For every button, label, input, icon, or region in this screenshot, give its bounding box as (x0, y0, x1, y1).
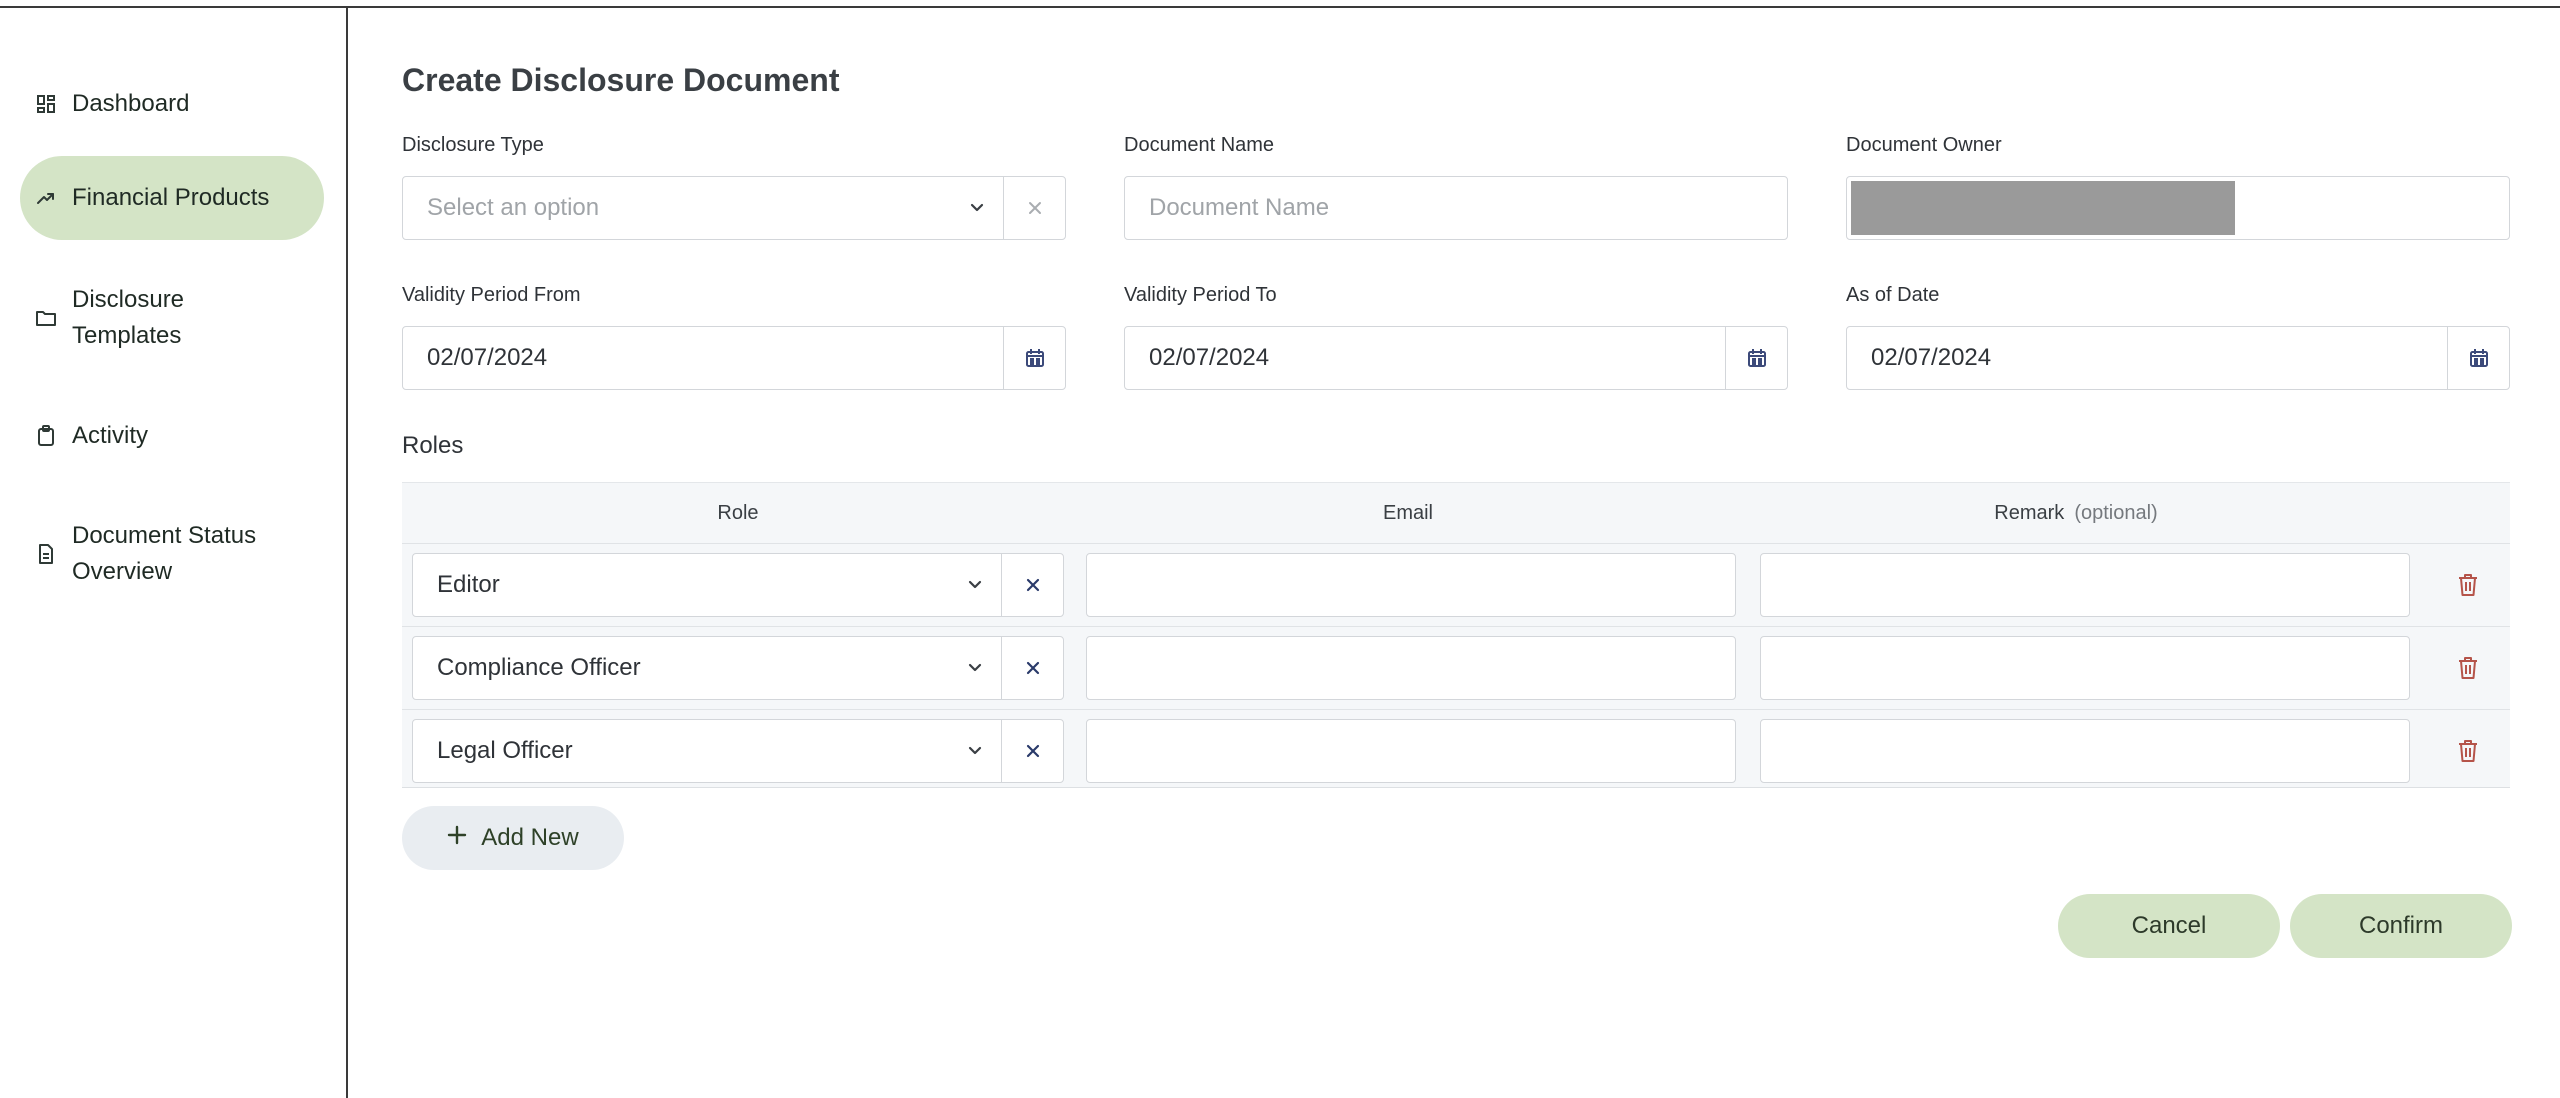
trash-icon[interactable] (2452, 569, 2484, 601)
confirm-button[interactable]: Confirm (2290, 894, 2512, 958)
sidebar-item-disclosure-templates[interactable]: Disclosure Templates (20, 278, 324, 358)
validity-to-field[interactable]: 02/07/2024 (1124, 326, 1788, 390)
column-header-remark: Remark (optional) (1742, 483, 2410, 543)
role-value: Editor (437, 571, 500, 598)
page-title: Create Disclosure Document (402, 62, 840, 98)
disclosure-type-label: Disclosure Type (402, 134, 544, 156)
calendar-icon[interactable] (1003, 327, 1065, 389)
clipboard-icon (20, 425, 72, 447)
chevron-down-icon[interactable] (951, 177, 1003, 239)
sidebar-item-dashboard[interactable]: Dashboard (20, 72, 324, 136)
sidebar-item-financial-products[interactable]: Financial Products (20, 156, 324, 240)
trash-icon[interactable] (2452, 735, 2484, 767)
email-input[interactable] (1086, 553, 1736, 617)
sidebar-item-label: Disclosure Templates (72, 286, 185, 349)
document-owner-field[interactable] (1846, 176, 2510, 240)
disclosure-type-placeholder: Select an option (427, 194, 600, 221)
add-new-button[interactable]: Add New (402, 806, 624, 870)
sidebar: Dashboard Financial Products Disclosure … (0, 8, 348, 1098)
column-header-remark-label: Remark (1994, 501, 2065, 524)
column-header-role: Role (402, 483, 1074, 543)
chevron-down-icon[interactable] (949, 720, 1001, 782)
role-value: Legal Officer (437, 737, 573, 764)
validity-to-value: 02/07/2024 (1149, 344, 1270, 371)
disclosure-type-select[interactable]: Select an option (402, 176, 1066, 240)
add-new-label: Add New (481, 824, 579, 851)
clear-icon[interactable] (1003, 177, 1065, 239)
calendar-icon[interactable] (2447, 327, 2509, 389)
role-select[interactable]: Legal Officer (412, 719, 1064, 783)
dashboard-icon (20, 94, 72, 114)
sidebar-item-label: Dashboard (72, 90, 190, 117)
chevron-down-icon[interactable] (949, 637, 1001, 699)
email-input[interactable] (1086, 719, 1736, 783)
sidebar-item-label: Document Status Overview (72, 522, 257, 585)
email-input[interactable] (1086, 636, 1736, 700)
sidebar-item-label: Activity (72, 422, 149, 449)
remark-input[interactable] (1760, 553, 2410, 617)
table-row: Legal Officer (402, 709, 2510, 791)
plus-icon (447, 824, 467, 852)
trash-icon[interactable] (2452, 652, 2484, 684)
redacted-owner-block (1851, 181, 2235, 235)
document-name-input[interactable]: Document Name (1124, 176, 1788, 240)
column-header-remark-hint: (optional) (2074, 501, 2158, 524)
table-row: Editor (402, 543, 2510, 625)
validity-to-label: Validity Period To (1124, 284, 1277, 306)
sidebar-item-document-status-overview[interactable]: Document Status Overview (20, 514, 324, 594)
document-icon (20, 543, 72, 565)
clear-icon[interactable] (1001, 637, 1063, 699)
folder-icon (20, 308, 72, 328)
role-select[interactable]: Compliance Officer (412, 636, 1064, 700)
sidebar-item-label: Financial Products (72, 184, 270, 211)
validity-from-label: Validity Period From (402, 284, 581, 306)
document-owner-label: Document Owner (1846, 134, 2002, 156)
trending-up-icon (20, 188, 72, 208)
as-of-date-label: As of Date (1846, 284, 1940, 306)
column-header-role-label: Role (717, 501, 759, 524)
remark-input[interactable] (1760, 719, 2410, 783)
column-header-email-label: Email (1382, 501, 1433, 524)
as-of-date-value: 02/07/2024 (1871, 344, 1992, 371)
table-row: Compliance Officer (402, 626, 2510, 708)
role-value: Compliance Officer (437, 654, 641, 681)
sidebar-item-activity[interactable]: Activity (20, 404, 324, 468)
role-select[interactable]: Editor (412, 553, 1064, 617)
calendar-icon[interactable] (1725, 327, 1787, 389)
roles-table: Role Email Remark (optional) Editor Comp… (402, 482, 2510, 788)
chevron-down-icon[interactable] (949, 554, 1001, 616)
validity-from-field[interactable]: 02/07/2024 (402, 326, 1066, 390)
top-border (0, 6, 2560, 8)
validity-from-value: 02/07/2024 (427, 344, 548, 371)
clear-icon[interactable] (1001, 720, 1063, 782)
as-of-date-field[interactable]: 02/07/2024 (1846, 326, 2510, 390)
remark-input[interactable] (1760, 636, 2410, 700)
document-name-placeholder: Document Name (1149, 194, 1330, 221)
roles-section-label: Roles (402, 432, 464, 459)
document-name-label: Document Name (1124, 134, 1275, 156)
clear-icon[interactable] (1001, 554, 1063, 616)
cancel-button[interactable]: Cancel (2058, 894, 2280, 958)
column-header-email: Email (1074, 483, 1742, 543)
